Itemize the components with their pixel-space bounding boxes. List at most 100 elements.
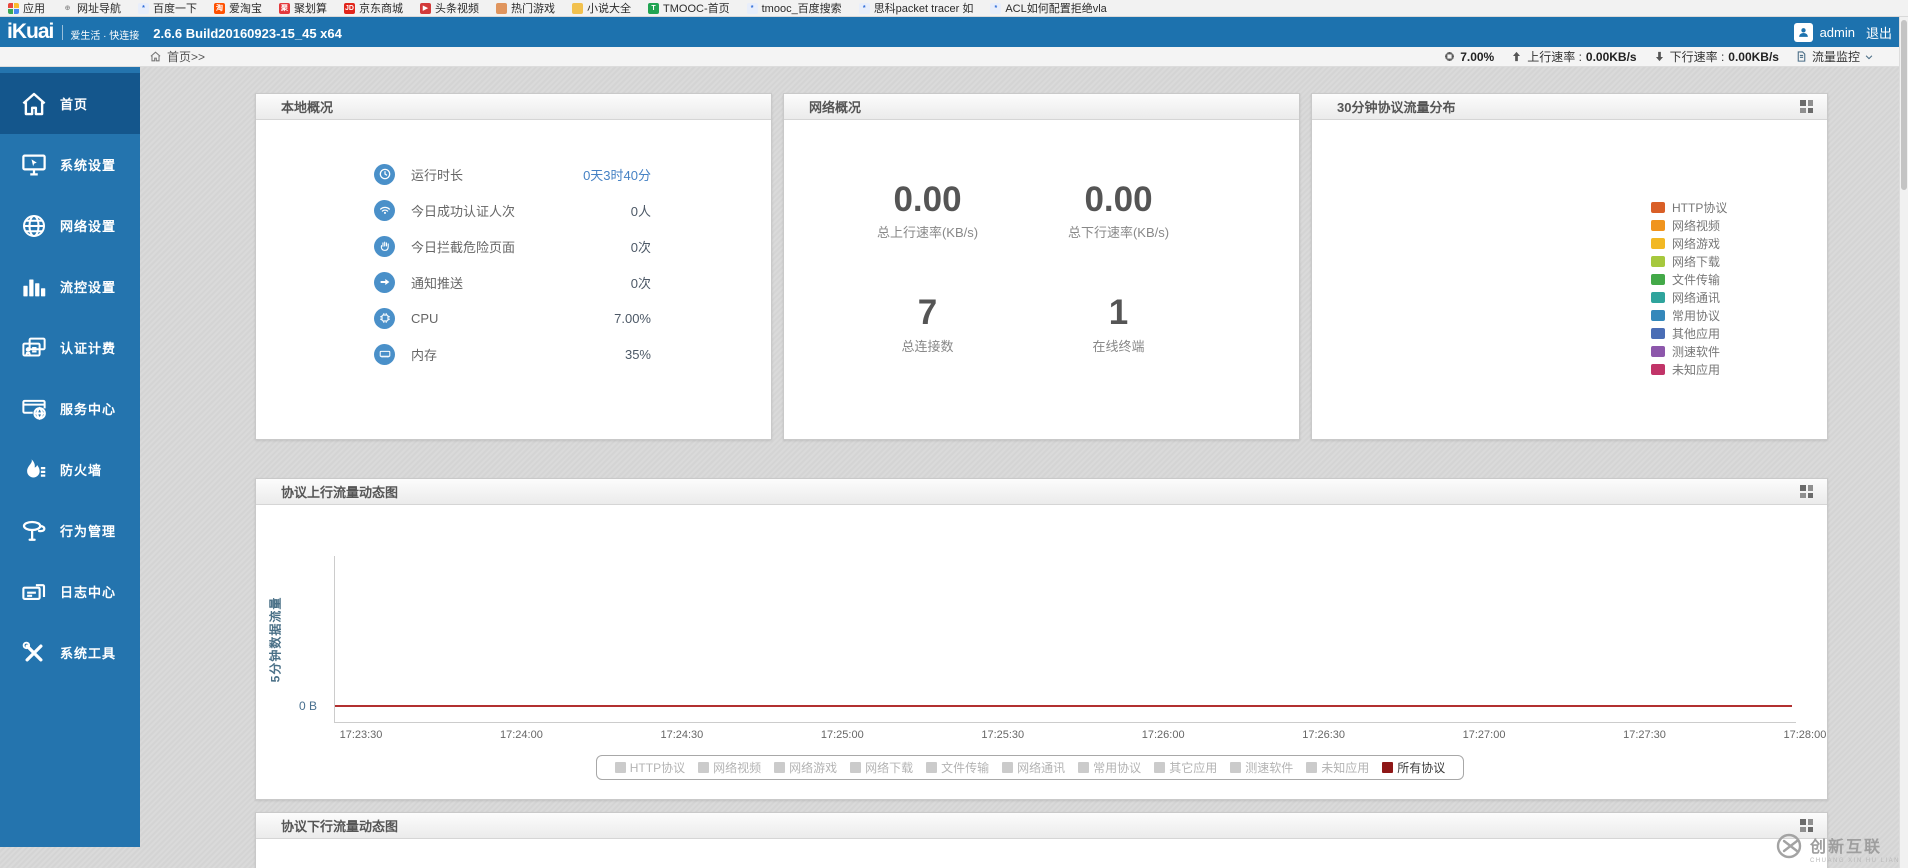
bookmark-item[interactable]: ▶ 头条视频 bbox=[420, 0, 479, 16]
panel-header: 30分钟协议流量分布 bbox=[1312, 94, 1827, 120]
legend-label: 网络通讯 bbox=[1672, 290, 1721, 305]
chevron-down-icon bbox=[1865, 54, 1873, 59]
chart-legend-item[interactable]: HTTP协议 bbox=[614, 759, 686, 776]
scrollbar-thumb[interactable] bbox=[1901, 20, 1907, 190]
chart-legend-item[interactable]: 未知应用 bbox=[1306, 759, 1369, 776]
sidebar-item-label: 服务中心 bbox=[60, 402, 117, 417]
legend-swatch bbox=[1651, 291, 1665, 303]
bookmark-favicon: 淘 bbox=[214, 2, 225, 14]
panel-grid-icon[interactable] bbox=[1800, 485, 1813, 498]
sidebar-item[interactable]: 系统工具 bbox=[0, 622, 140, 683]
sidebar-item[interactable]: 行为管理 bbox=[0, 500, 140, 561]
x-axis-tick: 17:27:00 bbox=[1462, 729, 1506, 741]
panel-title: 本地概况 bbox=[281, 100, 334, 115]
chart-legend-item[interactable]: 常用协议 bbox=[1078, 759, 1141, 776]
overview-row: 运行时长 0天3时40分 bbox=[374, 156, 651, 192]
chart-legend-item[interactable]: 网络通讯 bbox=[1002, 759, 1065, 776]
bookmark-label: TMOOC-首页 bbox=[663, 3, 730, 15]
legend-swatch bbox=[1651, 255, 1665, 267]
sidebar-item-icon bbox=[18, 637, 50, 669]
chart-legend-item[interactable]: 网络游戏 bbox=[774, 759, 837, 776]
bookmark-label: ACL如何配置拒绝vla bbox=[1005, 3, 1107, 15]
bookmark-item[interactable]: T TMOOC-首页 bbox=[648, 0, 730, 16]
download-rate-label: 下行速率 : bbox=[1669, 50, 1725, 64]
chart-legend-item[interactable]: 测速软件 bbox=[1230, 759, 1293, 776]
watermark-subtext: CHUANG XIN HU LIAN bbox=[1809, 858, 1900, 864]
x-axis-tick: 17:27:30 bbox=[1623, 729, 1666, 741]
legend-swatch bbox=[1651, 237, 1665, 249]
sidebar-item-label: 网络设置 bbox=[60, 219, 117, 234]
breadcrumb[interactable]: 首页>> bbox=[149, 48, 205, 65]
bookmark-label: 聚划算 bbox=[294, 3, 327, 15]
sidebar-item[interactable]: 首页 bbox=[0, 73, 140, 134]
legend-item[interactable]: 网络下载 bbox=[1651, 252, 1727, 270]
breadcrumb-path: 首页>> bbox=[167, 50, 206, 64]
chart-legend-item[interactable]: 网络下载 bbox=[850, 759, 913, 776]
chart-legend-item[interactable]: 网络视频 bbox=[698, 759, 761, 776]
firmware-version: 2.6.6 Build20160923-15_45 x64 bbox=[153, 25, 342, 41]
legend-item[interactable]: 网络游戏 bbox=[1651, 234, 1727, 252]
panel-grid-icon[interactable] bbox=[1800, 100, 1813, 113]
bookmark-item[interactable]: JD 京东商城 bbox=[344, 0, 403, 16]
sidebar-item[interactable]: 日志中心 bbox=[0, 561, 140, 622]
chart-legend-swatch bbox=[1078, 762, 1090, 773]
legend-swatch bbox=[1651, 345, 1665, 357]
network-stats-grid: 0.00 总上行速率(KB/s) 0.00 总下行速率(KB/s) 7 总连接数… bbox=[832, 180, 1214, 355]
overview-row: 内存 35% bbox=[374, 336, 651, 372]
legend-swatch bbox=[1651, 219, 1665, 231]
bookmark-item[interactable]: * tmooc_百度搜索 bbox=[746, 0, 842, 16]
logout-button[interactable]: 退出 bbox=[1866, 23, 1892, 42]
scrollbar[interactable] bbox=[1899, 17, 1908, 868]
x-axis-tick: 17:24:00 bbox=[500, 729, 543, 741]
chart-legend-item[interactable]: 所有协议 bbox=[1382, 759, 1445, 776]
chart-legend-swatch bbox=[698, 762, 710, 773]
traffic-monitor-dropdown[interactable]: 流量监控 bbox=[1795, 48, 1874, 65]
bookmark-item[interactable]: 淘 爱淘宝 bbox=[214, 0, 262, 16]
bookmark-favicon bbox=[572, 2, 583, 14]
chart-legend-label: HTTP协议 bbox=[629, 761, 686, 775]
bookmark-item[interactable]: 聚 聚划算 bbox=[279, 0, 327, 16]
legend-item[interactable]: 常用协议 bbox=[1651, 306, 1727, 324]
upload-chart-plot: 5分钟数据流量 0 B 17:23:30 17:24:00 17:24:30 17:2… bbox=[269, 556, 1826, 741]
bookmark-favicon: * bbox=[746, 2, 758, 14]
network-stat: 0.00 总上行速率(KB/s) bbox=[832, 180, 1023, 241]
sidebar-item-label: 行为管理 bbox=[60, 524, 117, 539]
chart-legend-label: 未知应用 bbox=[1321, 761, 1370, 775]
overview-row: 今日成功认证人次 0人 bbox=[374, 192, 651, 228]
legend-item[interactable]: HTTP协议 bbox=[1651, 198, 1727, 216]
chart-legend-item[interactable]: 其它应用 bbox=[1154, 759, 1217, 776]
overview-row-value: 0天3时40分 bbox=[583, 167, 651, 183]
bookmark-item[interactable]: ⊕ 网址导航 bbox=[62, 0, 121, 16]
chart-legend-item[interactable]: 文件传输 bbox=[926, 759, 989, 776]
chart-legend-swatch bbox=[1230, 762, 1242, 773]
bookmark-item[interactable]: 热门游戏 bbox=[496, 0, 555, 16]
legend-item[interactable]: 文件传输 bbox=[1651, 270, 1727, 288]
cpu-percent: 7.00% bbox=[1460, 49, 1495, 64]
legend-item[interactable]: 网络视频 bbox=[1651, 216, 1727, 234]
overview-row: 通知推送 0次 bbox=[374, 264, 651, 300]
sidebar-item[interactable]: 网络设置 bbox=[0, 195, 140, 256]
network-stat: 1 在线终端 bbox=[1023, 293, 1214, 354]
legend-item[interactable]: 网络通讯 bbox=[1651, 288, 1727, 306]
legend-item[interactable]: 其他应用 bbox=[1651, 324, 1727, 342]
legend-label: 测速软件 bbox=[1672, 344, 1721, 359]
overview-row-value: 0人 bbox=[630, 203, 651, 219]
bookmark-item[interactable]: * ACL如何配置拒绝vla bbox=[990, 0, 1107, 16]
sidebar-item[interactable]: 流控设置 bbox=[0, 256, 140, 317]
sidebar-item[interactable]: 防火墙 bbox=[0, 439, 140, 500]
legend-label: 文件传输 bbox=[1672, 272, 1721, 287]
sidebar-item[interactable]: 系统设置 bbox=[0, 134, 140, 195]
chart-legend-swatch bbox=[1002, 762, 1014, 773]
bookmark-item[interactable]: * 思科packet tracer 如 bbox=[858, 0, 973, 16]
overview-row-label: 通知推送 bbox=[411, 275, 464, 291]
bookmark-item[interactable]: * 百度一下 bbox=[138, 0, 197, 16]
sidebar-item[interactable]: 服务中心 bbox=[0, 378, 140, 439]
legend-item[interactable]: 测速软件 bbox=[1651, 342, 1727, 360]
ikuai-logo: iKuai bbox=[7, 20, 54, 43]
bookmark-item[interactable]: 小说大全 bbox=[572, 0, 631, 16]
sidebar-item[interactable]: 认证计费 bbox=[0, 317, 140, 378]
legend-item[interactable]: 未知应用 bbox=[1651, 360, 1727, 378]
bookmark-item[interactable]: 应用 bbox=[8, 0, 45, 16]
bookmark-label: 百度一下 bbox=[153, 3, 197, 15]
sidebar-item-icon bbox=[18, 515, 50, 547]
